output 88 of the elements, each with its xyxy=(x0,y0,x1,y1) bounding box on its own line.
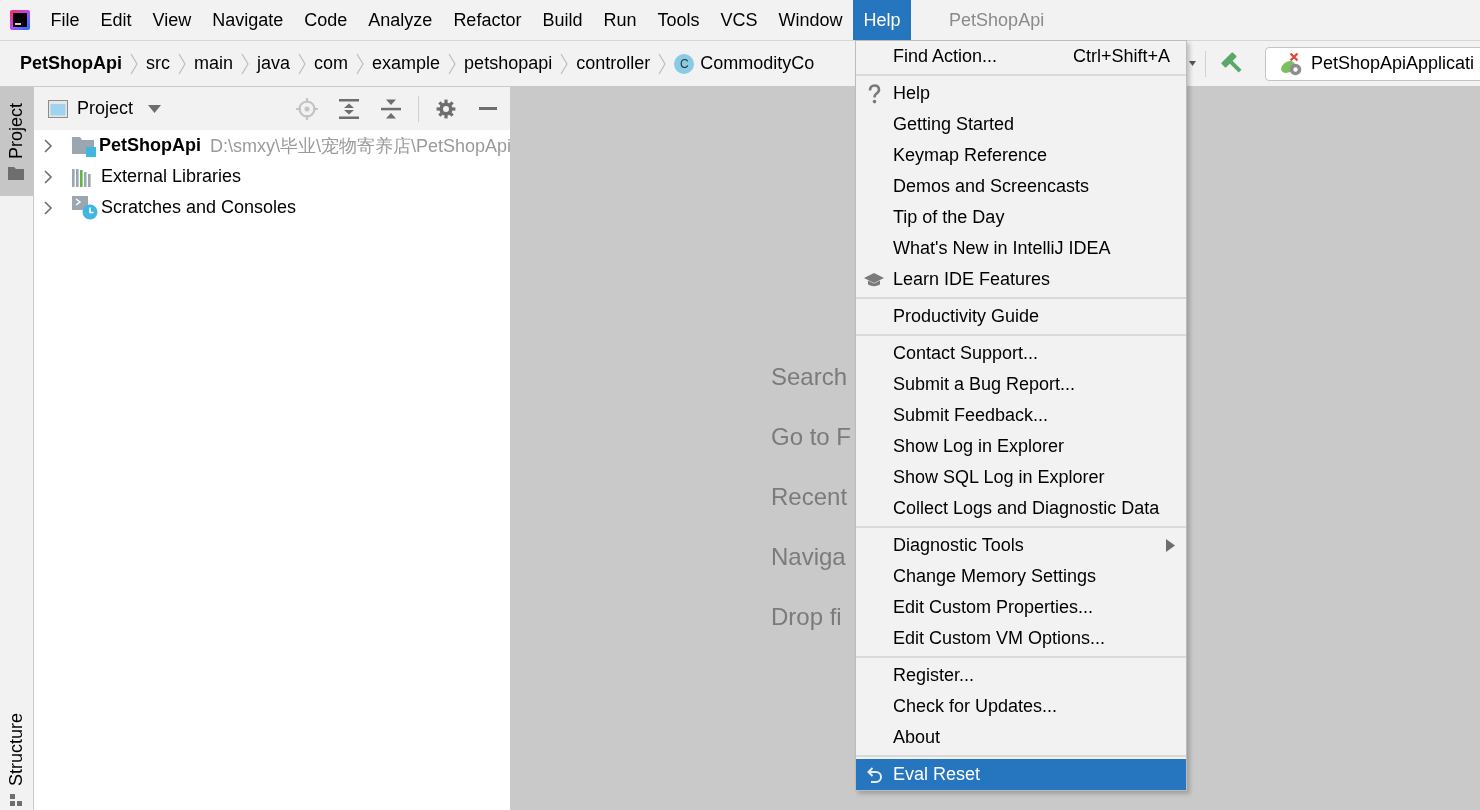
menu-item[interactable]: Keymap Reference xyxy=(856,140,1186,171)
menu-item[interactable]: Edit Custom Properties... xyxy=(856,592,1186,623)
library-bars-icon xyxy=(72,166,92,187)
menu-item[interactable]: Getting Started xyxy=(856,109,1186,140)
collapse-all-icon[interactable] xyxy=(381,98,401,119)
keyboard-shortcut: Ctrl+Shift+A xyxy=(1072,46,1170,67)
window-icon xyxy=(48,99,68,118)
graduation-cap-icon xyxy=(864,271,884,288)
breadcrumb-item[interactable]: petshopapi xyxy=(464,53,553,74)
menu-item[interactable]: Submit a Bug Report... xyxy=(856,369,1186,400)
menu-item[interactable]: Demos and Screencasts xyxy=(856,171,1186,202)
undo-icon xyxy=(865,765,883,784)
menu-item[interactable]: Learn IDE Features xyxy=(856,264,1186,295)
menu-item[interactable]: Show SQL Log in Explorer xyxy=(856,462,1186,493)
menu-item[interactable]: Contact Support... xyxy=(856,338,1186,369)
tree-item[interactable]: Scratches and Consoles xyxy=(101,197,297,218)
menu-item[interactable]: Tip of the Day xyxy=(856,202,1186,233)
menu-item[interactable]: Register... xyxy=(856,660,1186,691)
menu-bar-item[interactable]: VCS xyxy=(710,0,768,40)
tool-window-tab[interactable]: Project xyxy=(0,87,33,197)
menu-bar-item[interactable]: Help xyxy=(853,0,912,40)
menu-bar-item[interactable]: Code xyxy=(293,0,358,40)
menu-bar-item[interactable]: Tools xyxy=(646,0,710,40)
chevron-icon xyxy=(241,52,249,75)
breadcrumb-item[interactable]: src xyxy=(146,53,170,74)
chevron-icon xyxy=(356,52,365,75)
chevron-icon xyxy=(130,52,138,75)
menu-item[interactable]: Collect Logs and Diagnostic Data xyxy=(856,493,1186,524)
class-badge: C xyxy=(674,53,695,74)
caret-down-icon xyxy=(148,104,162,113)
chevron-icon xyxy=(298,52,307,75)
hint-text: Recent xyxy=(771,482,848,512)
menu-item[interactable]: Diagnostic Tools xyxy=(856,530,1186,561)
app-logo-icon[interactable] xyxy=(10,10,30,30)
breadcrumb-item[interactable]: CommodityCo xyxy=(700,53,815,74)
tree-item[interactable]: External Libraries xyxy=(101,166,242,187)
chevron-right-icon[interactable] xyxy=(41,200,55,215)
expand-all-icon[interactable] xyxy=(339,98,359,119)
path-label: D:\smxy\毕业\宠物寄养店\PetShopApi xyxy=(210,134,512,158)
structure-icon xyxy=(10,794,23,806)
menu-item[interactable]: About xyxy=(856,722,1186,753)
view-dropdown[interactable]: Project xyxy=(77,98,162,119)
settings-icon[interactable] xyxy=(436,98,456,119)
breadcrumb-item[interactable]: java xyxy=(257,53,291,74)
menu-item[interactable]: Find Action... Ctrl+Shift+A xyxy=(856,41,1186,72)
menu-item[interactable]: What's New in IntelliJ IDEA xyxy=(856,233,1186,264)
breadcrumb-item[interactable]: example xyxy=(372,53,441,74)
menu-item[interactable]: Edit Custom VM Options... xyxy=(856,623,1186,654)
menu-bar-item[interactable]: Run xyxy=(592,0,647,40)
window-title: PetShopApi xyxy=(949,9,1045,31)
help-icon xyxy=(867,83,881,104)
hint-text: Search xyxy=(771,362,848,392)
menu-item[interactable]: Submit Feedback... xyxy=(856,400,1186,431)
tree-item[interactable]: PetShopApi xyxy=(99,135,201,156)
run-configuration-dropdown[interactable]: PetShopApiApplicati xyxy=(1265,46,1480,81)
hint-text: Drop fi xyxy=(771,602,842,632)
menu-bar-item[interactable]: Navigate xyxy=(201,0,294,40)
hint-text: Naviga xyxy=(771,542,846,572)
chevron-icon xyxy=(560,52,569,75)
breadcrumb-item[interactable]: main xyxy=(194,53,233,74)
scratch-clock-icon xyxy=(72,195,98,220)
breadcrumb-item[interactable]: com xyxy=(314,53,349,74)
menu-bar-item[interactable]: View xyxy=(142,0,202,40)
menu-item[interactable]: Eval Reset xyxy=(856,759,1186,790)
menu-bar-item[interactable]: Analyze xyxy=(357,0,443,40)
chevron-icon xyxy=(658,52,667,75)
breadcrumb-item[interactable]: controller xyxy=(576,53,651,74)
menu-bar-item[interactable]: Window xyxy=(768,0,854,40)
menu-bar-item[interactable]: Build xyxy=(531,0,593,40)
menu-item[interactable]: Show Log in Explorer xyxy=(856,431,1186,462)
chevron-icon xyxy=(448,52,457,75)
chevron-right-icon[interactable] xyxy=(41,138,55,153)
submenu-arrow-icon xyxy=(1166,539,1175,552)
menu-bar-item[interactable]: Edit xyxy=(90,0,143,40)
menu-item[interactable]: Check for Updates... xyxy=(856,691,1186,722)
folder-icon xyxy=(8,167,25,181)
tool-window-tab[interactable]: Structure xyxy=(0,702,33,810)
menu-bar-item[interactable]: File xyxy=(40,0,90,40)
breadcrumb-item[interactable]: PetShopApi xyxy=(20,53,122,74)
chevron-icon xyxy=(178,52,186,75)
menu-item[interactable]: Productivity Guide xyxy=(856,301,1186,332)
hint-text: Go to F xyxy=(771,422,852,452)
chevron-right-icon[interactable] xyxy=(41,169,55,184)
menu-item[interactable]: Help xyxy=(856,78,1186,109)
module-folder-icon xyxy=(72,134,96,157)
menu-item[interactable]: Change Memory Settings xyxy=(856,561,1186,592)
caret-icon[interactable] xyxy=(1189,61,1196,66)
menu-bar-item[interactable]: Refactor xyxy=(442,0,532,40)
